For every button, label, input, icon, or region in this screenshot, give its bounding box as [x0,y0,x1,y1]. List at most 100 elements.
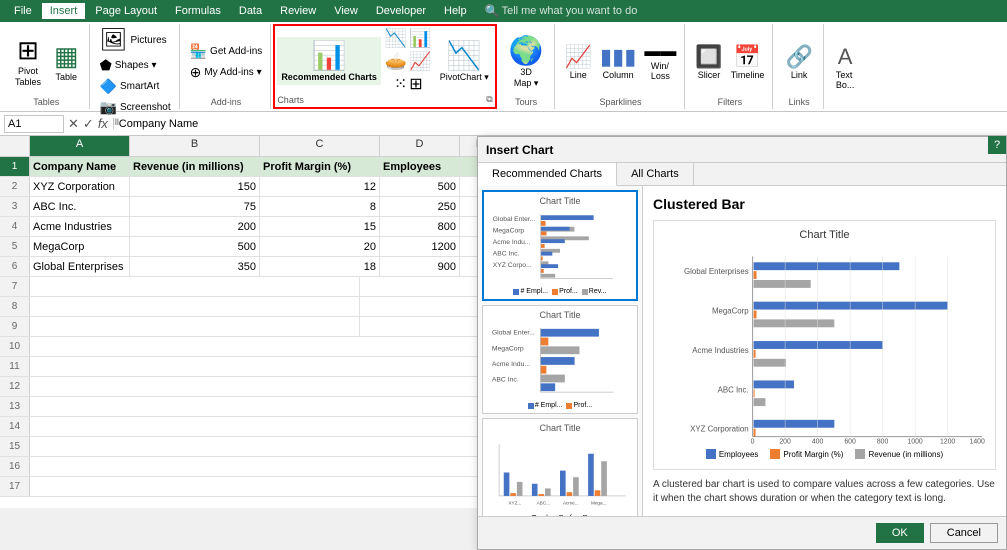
chart-thumb-2[interactable]: Chart Title Global Enter... MegaCorp Acm… [482,305,638,414]
cell-a5[interactable]: MegaCorp [30,237,130,256]
svg-text:Global Enter...: Global Enter... [492,330,535,337]
tab-data[interactable]: Data [231,3,270,19]
formula-input[interactable] [119,118,1003,130]
my-addins-button[interactable]: ⊕ My Add-ins ▾ [188,63,264,82]
chart-preview-title: Chart Title [662,229,987,241]
ribbon-group-illustrations: 🖼 Pictures ⬟ Shapes ▾ 🔷 SmartArt 📷 Scree… [92,24,180,109]
cell-c1[interactable]: Profit Margin (%) [260,157,380,176]
chart-thumb-3[interactable]: Chart Title [482,418,638,516]
recommended-charts-button[interactable]: 📊 Recommended Charts [277,37,381,85]
tab-formulas[interactable]: Formulas [167,3,229,19]
col-header-d[interactable]: D [380,136,460,156]
cell-c2[interactable]: 12 [260,177,380,196]
sparklines-group-label: Sparklines [599,97,641,107]
line-sparkline-button[interactable]: 📈 Line [563,42,594,82]
chart-type-buttons: 📉 📊 🥧 📈 ⁙ ⊞ [385,28,432,94]
chart-thumb-1[interactable]: Chart Title Global Enter... MegaCorp Acm… [482,190,638,301]
svg-text:Global Enter...: Global Enter... [493,216,536,223]
pivottables-button[interactable]: ⊞ PivotTables [10,33,46,90]
main-area: A B C D E 1 Company Name Revenue (in mil… [0,136,1007,508]
pictures-button[interactable]: 🖼 Pictures [98,26,169,54]
confirm-icon[interactable]: ✓ [83,116,94,132]
pictures-icon: 🖼 [100,27,128,53]
pivotchart-button[interactable]: 📉 PivotChart ▾ [436,37,493,85]
name-box[interactable] [4,115,64,133]
tab-insert[interactable]: Insert [42,3,86,19]
slicer-button[interactable]: 🔲 Slicer [693,42,724,82]
tab-all-charts[interactable]: All Charts [617,163,694,185]
3dmap-button[interactable]: 🌍 3DMap ▾ [505,32,548,91]
cell-b4[interactable]: 200 [130,217,260,236]
table-button[interactable]: ▦ Table [50,39,83,84]
ribbon-group-tables: ⊞ PivotTables ▦ Table Tables [4,24,90,109]
cell-b3[interactable]: 75 [130,197,260,216]
cell-a1[interactable]: Company Name [30,157,130,176]
cell-c5[interactable]: 20 [260,237,380,256]
tab-help[interactable]: Help [436,3,475,19]
charts-expand-icon[interactable]: ⧉ [486,94,492,105]
chart-preview: Chart Title Global Enterprises MegaCorp … [653,220,996,470]
cell-b1[interactable]: Revenue (in millions) [130,157,260,176]
dialog-footer: OK Cancel [478,516,1006,549]
ribbon-tabs: File Insert Page Layout Formulas Data Re… [0,0,1007,22]
svg-text:ABC Inc.: ABC Inc. [718,385,749,394]
cell-c6[interactable]: 18 [260,257,380,276]
tab-developer[interactable]: Developer [368,3,434,19]
scatter-chart-icon[interactable]: ⁙ [394,74,407,94]
cell-a2[interactable]: XYZ Corporation [30,177,130,196]
tell-me-input: Tell me what you want to do [502,5,638,17]
timeline-button[interactable]: 📅 Timeline [729,42,767,82]
function-icon[interactable]: fx [98,116,108,131]
smartart-button[interactable]: 🔷 SmartArt [98,77,162,96]
shapes-button[interactable]: ⬟ Shapes ▾ [98,56,159,75]
tab-review[interactable]: Review [272,3,324,19]
cell-a3[interactable]: ABC Inc. [30,197,130,216]
cell-d3[interactable]: 250 [380,197,460,216]
svg-text:200: 200 [779,438,791,445]
more-charts-icon[interactable]: ⊞ [409,74,422,94]
bar-chart-icon[interactable]: 📉 [385,28,407,49]
get-addins-button[interactable]: 🏪 Get Add-ins [188,42,265,61]
col-header-c[interactable]: C [260,136,380,156]
svg-text:XYZ...: XYZ... [508,500,521,505]
cancel-icon[interactable]: ✕ [68,116,79,132]
cell-b2[interactable]: 150 [130,177,260,196]
textbox-button[interactable]: A TextBo... [832,42,859,92]
row-num: 5 [0,237,30,256]
ribbon-group-charts: 📊 Recommended Charts 📉 📊 🥧 📈 ⁙ ⊞ [273,24,496,109]
help-button[interactable]: ? [988,136,1006,154]
winloss-sparkline-button[interactable]: ▬▬ Win/Loss [642,41,678,83]
dialog-title: Insert Chart [486,143,553,157]
svg-text:MegaCorp: MegaCorp [712,306,749,315]
screenshot-button[interactable]: 📷 Screenshot [98,98,173,117]
line-chart-icon2[interactable]: 📈 [409,51,431,72]
col-header-a[interactable]: A [30,136,130,156]
col-header-b[interactable]: B [130,136,260,156]
cell-a6[interactable]: Global Enterprises [30,257,130,276]
chart-thumbnails-panel: Chart Title Global Enter... MegaCorp Acm… [478,186,643,516]
dialog-ok-button[interactable]: OK [876,523,924,543]
pie-chart-icon[interactable]: 🥧 [385,51,407,72]
svg-text:Global Enterprises: Global Enterprises [684,267,749,276]
smartart-icon: 🔷 [100,78,117,95]
cell-d4[interactable]: 800 [380,217,460,236]
tab-file[interactable]: File [6,3,40,19]
cell-b5[interactable]: 500 [130,237,260,256]
ribbon-group-links: 🔗 Link Links [775,24,823,109]
cell-a4[interactable]: Acme Industries [30,217,130,236]
column-sparkline-button[interactable]: ▮▮▮ Column [598,42,638,82]
tab-view[interactable]: View [326,3,366,19]
tab-pagelayout[interactable]: Page Layout [87,3,165,19]
cell-d5[interactable]: 1200 [380,237,460,256]
dialog-cancel-button[interactable]: Cancel [930,523,998,543]
cell-d1[interactable]: Employees [380,157,460,176]
cell-d6[interactable]: 900 [380,257,460,276]
row-num: 3 [0,197,30,216]
column-chart-icon2[interactable]: 📊 [409,28,431,49]
tab-recommended-charts[interactable]: Recommended Charts [478,163,617,186]
cell-c4[interactable]: 15 [260,217,380,236]
cell-c3[interactable]: 8 [260,197,380,216]
link-button[interactable]: 🔗 Link [781,42,816,82]
cell-b6[interactable]: 350 [130,257,260,276]
cell-d2[interactable]: 500 [380,177,460,196]
